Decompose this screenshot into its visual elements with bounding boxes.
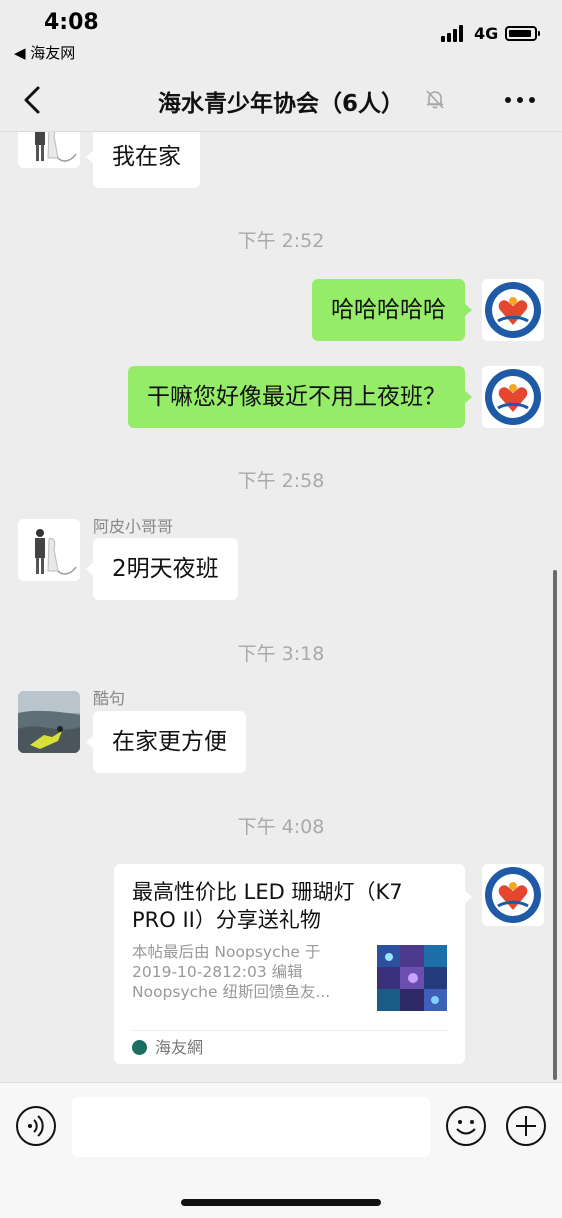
- more-dots-icon[interactable]: [504, 96, 536, 104]
- link-card-title: 最高性价比 LED 珊瑚灯（K7 PRO II）分享送礼物: [132, 880, 403, 932]
- message-bubble-self[interactable]: 干嘛您好像最近不用上夜班？: [128, 366, 472, 428]
- link-card[interactable]: 最高性价比 LED 珊瑚灯（K7 PRO II）分享送礼物 本帖最后由 Noop…: [114, 864, 472, 1064]
- timestamp: 下午 3:18: [237, 643, 325, 665]
- plus-icon[interactable]: [505, 1105, 547, 1147]
- message-bubble[interactable]: 2明天夜班: [86, 538, 238, 600]
- avatar-image: [18, 132, 80, 168]
- source-logo-icon: [132, 1040, 147, 1055]
- back-to-app-link[interactable]: ◀ 海友网: [14, 42, 75, 63]
- input-bar: [0, 1082, 562, 1218]
- timestamp: 下午 4:08: [237, 816, 325, 838]
- link-card-source: 海友網: [132, 1037, 203, 1059]
- chat-title: 海水青少年协会（6人）: [157, 91, 404, 117]
- emoji-icon[interactable]: [445, 1105, 487, 1147]
- avatar-apixiaogege[interactable]: [18, 519, 80, 581]
- status-time: 4:08: [44, 10, 99, 35]
- link-card-desc-line: 2019-10-2812:03 编辑: [132, 963, 303, 981]
- timestamp: 下午 2:58: [237, 470, 325, 492]
- status-bar: 4:08 ◀ 海友网 4G: [0, 0, 562, 70]
- source-name: 海友網: [155, 1038, 204, 1057]
- divider: [132, 1030, 447, 1031]
- chat-message-list[interactable]: 我在家 下午 2:52 哈哈哈哈哈 干嘛您好像最近不用上夜班？ 下午 2:58: [0, 132, 562, 1082]
- home-indicator[interactable]: [181, 1199, 381, 1206]
- scrollbar[interactable]: [553, 570, 557, 1080]
- association-logo-icon: [482, 864, 544, 926]
- sender-name: 阿皮小哥哥: [93, 517, 174, 536]
- signal-icon: [441, 24, 467, 42]
- avatar-self[interactable]: [482, 864, 544, 926]
- association-logo-icon: [482, 279, 544, 341]
- avatar-kuju[interactable]: [18, 691, 80, 753]
- association-logo-icon: [482, 366, 544, 428]
- sender-name: 酷句: [93, 689, 126, 708]
- bell-slash-icon: [426, 90, 444, 109]
- link-card-desc-line: 本帖最后由 Noopsyche 于: [132, 943, 321, 961]
- message-bubble[interactable]: 在家更方便: [86, 711, 246, 773]
- timestamp: 下午 2:52: [237, 230, 325, 252]
- message-bubble[interactable]: 我在家: [86, 132, 200, 188]
- link-card-thumbnail: [377, 945, 447, 1011]
- network-type: 4G: [474, 24, 499, 43]
- link-card-description: 本帖最后由 Noopsyche 于 2019-10-2812:03 编辑 Noo…: [132, 942, 368, 1002]
- battery-icon: [505, 26, 540, 41]
- avatar-self[interactable]: [482, 366, 544, 428]
- avatar-image: [18, 691, 80, 753]
- nav-bar: 海水青少年协会（6人）: [0, 70, 562, 132]
- avatar-image: [18, 519, 80, 581]
- avatar-self[interactable]: [482, 279, 544, 341]
- voice-icon[interactable]: [15, 1105, 57, 1147]
- link-card-desc-line: Noopsyche 纽斯回馈鱼友...: [132, 983, 331, 1001]
- message-bubble-self[interactable]: 哈哈哈哈哈: [312, 279, 472, 341]
- aquarium-thumbnail-image: [377, 945, 447, 1011]
- avatar-apixiaogege[interactable]: [18, 132, 80, 168]
- message-input[interactable]: [72, 1097, 430, 1157]
